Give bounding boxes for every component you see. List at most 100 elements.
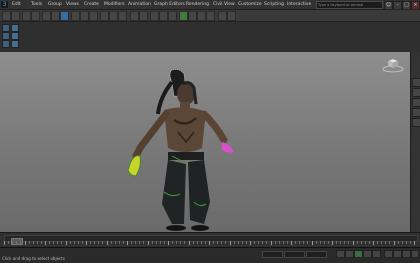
ribbon-tool-icon[interactable] [11,40,19,48]
menu-modifiers[interactable]: Modifiers [104,1,125,8]
sign-in-icon[interactable]: ☺ [384,1,393,10]
render-setup-icon[interactable] [188,11,197,21]
modify-tab-icon[interactable] [412,88,420,97]
minimize-icon[interactable]: – [393,1,402,10]
timeline-tick [225,241,227,244]
go-to-start-icon[interactable] [336,250,345,258]
hierarchy-tab-icon[interactable] [412,98,420,107]
timeline-tick [344,241,346,244]
layer-icon[interactable] [150,11,159,21]
link-icon[interactable] [22,11,31,21]
timeline-tick [163,241,165,244]
timeline-tick [139,241,141,244]
timeline-tick [409,241,411,244]
timeline-tick [192,241,194,244]
timeline-tick [8,241,10,244]
ribbon-tool-icon[interactable] [11,32,19,40]
menu-tools[interactable]: Tools [31,1,42,8]
timeline-tick [40,241,42,244]
pan-icon[interactable] [402,250,411,258]
menu-interactive[interactable]: Interactive [287,1,311,8]
menu-customize[interactable]: Customize [238,1,262,8]
go-to-end-icon[interactable] [372,250,381,258]
schematic-icon[interactable] [168,11,177,21]
move-icon[interactable] [71,11,80,21]
timeline-tick [143,241,145,244]
render-frame-icon[interactable] [197,11,206,21]
create-tab-icon[interactable] [412,78,420,87]
workspace-icon[interactable] [218,11,227,21]
material-editor-icon[interactable] [179,11,188,21]
menu-scripting[interactable]: Scripting [264,1,284,8]
timeline-tick [53,241,55,244]
menu-animation[interactable]: Animation [128,1,151,8]
maximize-viewport-icon[interactable] [411,250,419,258]
timeline-tick [209,241,210,245]
select-by-name-icon[interactable] [51,11,60,21]
menu-civil-view[interactable]: Civil View [213,1,235,8]
previous-frame-icon[interactable] [345,250,354,258]
menu-rendering[interactable]: Rendering [186,1,209,8]
select-icon[interactable] [42,11,51,21]
menu-edit[interactable]: Edit [12,1,21,8]
percent-snap-icon[interactable] [118,11,127,21]
menu-bar: 3 Edit Tools Group Views Create Modifier… [0,0,420,10]
redo-icon[interactable] [11,11,20,21]
orbit-icon[interactable] [393,250,402,258]
ribbon-tool-icon[interactable] [2,40,10,48]
curve-editor-icon[interactable] [159,11,168,21]
timeline-tick [77,241,79,244]
timeline-tick [323,241,325,244]
search-input[interactable]: Type a keyword or phrase [316,1,383,9]
character-model[interactable] [0,52,410,232]
menu-views[interactable]: Views [66,1,79,8]
select-region-icon[interactable] [60,11,69,21]
app-logo-icon[interactable]: 3 [1,1,8,8]
timeline-tick [122,241,124,244]
ribbon-tool-icon[interactable] [2,24,10,32]
mirror-icon[interactable] [130,11,139,21]
timeline-tick [295,241,297,244]
unlink-icon[interactable] [31,11,40,21]
angle-snap-icon[interactable] [109,11,118,21]
rotate-icon[interactable] [80,11,89,21]
project-icon[interactable] [227,11,236,21]
command-panel [410,52,420,232]
align-icon[interactable] [139,11,148,21]
timeline-tick [20,241,22,244]
status-bar: Click and drag to select objects [0,247,420,263]
ribbon-tool-icon[interactable] [11,24,19,32]
next-frame-icon[interactable] [363,250,372,258]
timeline-tick [315,241,317,244]
menu-create[interactable]: Create [84,1,99,8]
scale-icon[interactable] [89,11,98,21]
close-icon[interactable]: × [411,1,420,10]
x-coordinate-field[interactable] [262,251,283,258]
timeline-tick [188,241,190,245]
motion-tab-icon[interactable] [412,108,420,117]
z-coordinate-field[interactable] [306,251,327,258]
zoom-icon[interactable] [384,250,393,258]
timeline-tick [32,241,34,244]
timeline-tick [147,241,149,245]
timeline-tick [254,241,256,244]
perspective-viewport[interactable] [0,52,410,232]
menu-group[interactable]: Group [48,1,62,8]
render-icon[interactable] [206,11,215,21]
ribbon-tool-icon[interactable] [2,32,10,40]
timeline-tick [401,241,403,244]
display-tab-icon[interactable] [412,118,420,127]
play-icon[interactable] [354,250,363,258]
timeline-tick [360,241,362,244]
timeline-tick [377,241,379,244]
timeline-tick [45,241,46,245]
y-coordinate-field[interactable] [284,251,305,258]
timeline-tick [299,241,301,244]
menu-graph-editors[interactable]: Graph Editors [154,1,185,8]
snap-icon[interactable] [100,11,109,21]
timeline-tick [213,241,215,244]
maximize-icon[interactable]: □ [402,1,411,10]
character-belt [168,152,204,160]
ribbon [0,22,420,53]
undo-icon[interactable] [2,11,11,21]
